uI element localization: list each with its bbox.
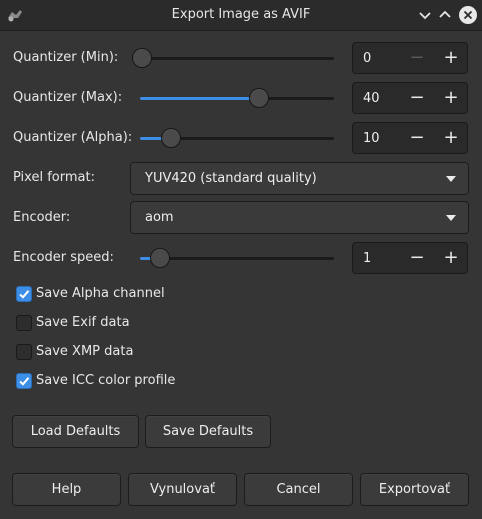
save-xmp-label[interactable]: Save XMP data	[36, 344, 133, 359]
checkbox-box[interactable]	[16, 344, 32, 360]
save-defaults-button[interactable]: Save Defaults	[145, 415, 271, 448]
quantizer-alpha-value[interactable]: 10	[363, 131, 380, 146]
quantizer-min-value[interactable]: 0	[363, 51, 371, 66]
reset-button[interactable]: Vynulovať	[128, 473, 237, 506]
quantizer-max-spinbox[interactable]: 40 − +	[352, 82, 468, 114]
quantizer-min-slider[interactable]	[132, 48, 334, 68]
maximize-icon[interactable]	[436, 6, 454, 24]
quantizer-min-decrement-button[interactable]: −	[399, 43, 435, 73]
pixel-format-dropdown[interactable]: YUV420 (standard quality)	[130, 162, 469, 195]
encoder-speed-value[interactable]: 1	[363, 251, 371, 266]
checkmark-icon	[19, 290, 30, 299]
load-defaults-button[interactable]: Load Defaults	[12, 415, 139, 448]
quantizer-alpha-increment-button[interactable]: +	[433, 123, 469, 153]
cancel-button[interactable]: Cancel	[244, 473, 353, 506]
pixel-format-label: Pixel format:	[13, 170, 95, 185]
help-button[interactable]: Help	[12, 473, 121, 506]
pixel-format-value: YUV420 (standard quality)	[145, 171, 317, 186]
export-button[interactable]: Exportovať	[360, 473, 469, 506]
slider-handle[interactable]	[161, 128, 181, 148]
encoder-speed-increment-button[interactable]: +	[433, 243, 469, 273]
minimize-icon[interactable]	[416, 6, 434, 24]
quantizer-min-increment-button[interactable]: +	[433, 43, 469, 73]
close-icon	[463, 10, 473, 20]
dropdown-arrow-icon	[446, 215, 456, 221]
quantizer-max-slider[interactable]	[140, 88, 334, 108]
quantizer-alpha-label: Quantizer (Alpha):	[13, 130, 133, 145]
quantizer-min-spinbox[interactable]: 0 − +	[352, 42, 468, 74]
title-bar: Export Image as AVIF	[0, 0, 482, 31]
quantizer-max-label: Quantizer (Max):	[13, 90, 123, 105]
encoder-label: Encoder:	[13, 210, 71, 225]
slider-handle[interactable]	[132, 48, 152, 68]
quantizer-alpha-spinbox[interactable]: 10 − +	[352, 122, 468, 154]
encoder-speed-slider[interactable]	[140, 248, 334, 268]
quantizer-alpha-decrement-button[interactable]: −	[399, 123, 435, 153]
window-title: Export Image as AVIF	[171, 7, 311, 22]
slider-fill	[140, 97, 259, 100]
save-exif-label[interactable]: Save Exif data	[36, 315, 130, 330]
checkbox-box[interactable]	[16, 286, 32, 302]
quantizer-max-decrement-button[interactable]: −	[399, 83, 435, 113]
checkbox-box[interactable]	[16, 315, 32, 331]
checkmark-icon	[19, 377, 30, 386]
encoder-speed-spinbox[interactable]: 1 − +	[352, 242, 468, 274]
close-button[interactable]	[459, 6, 477, 24]
checkbox-box[interactable]	[16, 373, 32, 389]
encoder-speed-label: Encoder speed:	[13, 250, 114, 265]
save-alpha-label[interactable]: Save Alpha channel	[36, 286, 165, 301]
slider-handle[interactable]	[150, 248, 170, 268]
quantizer-max-value[interactable]: 40	[363, 91, 380, 106]
slider-handle[interactable]	[249, 88, 269, 108]
slider-track	[140, 57, 334, 60]
encoder-value: aom	[145, 210, 174, 225]
quantizer-max-increment-button[interactable]: +	[433, 83, 469, 113]
encoder-speed-decrement-button[interactable]: −	[399, 243, 435, 273]
save-icc-label[interactable]: Save ICC color profile	[36, 373, 175, 388]
quantizer-min-label: Quantizer (Min):	[13, 50, 119, 65]
encoder-dropdown[interactable]: aom	[130, 201, 469, 234]
dropdown-arrow-icon	[446, 176, 456, 182]
quantizer-alpha-slider[interactable]	[140, 128, 334, 148]
